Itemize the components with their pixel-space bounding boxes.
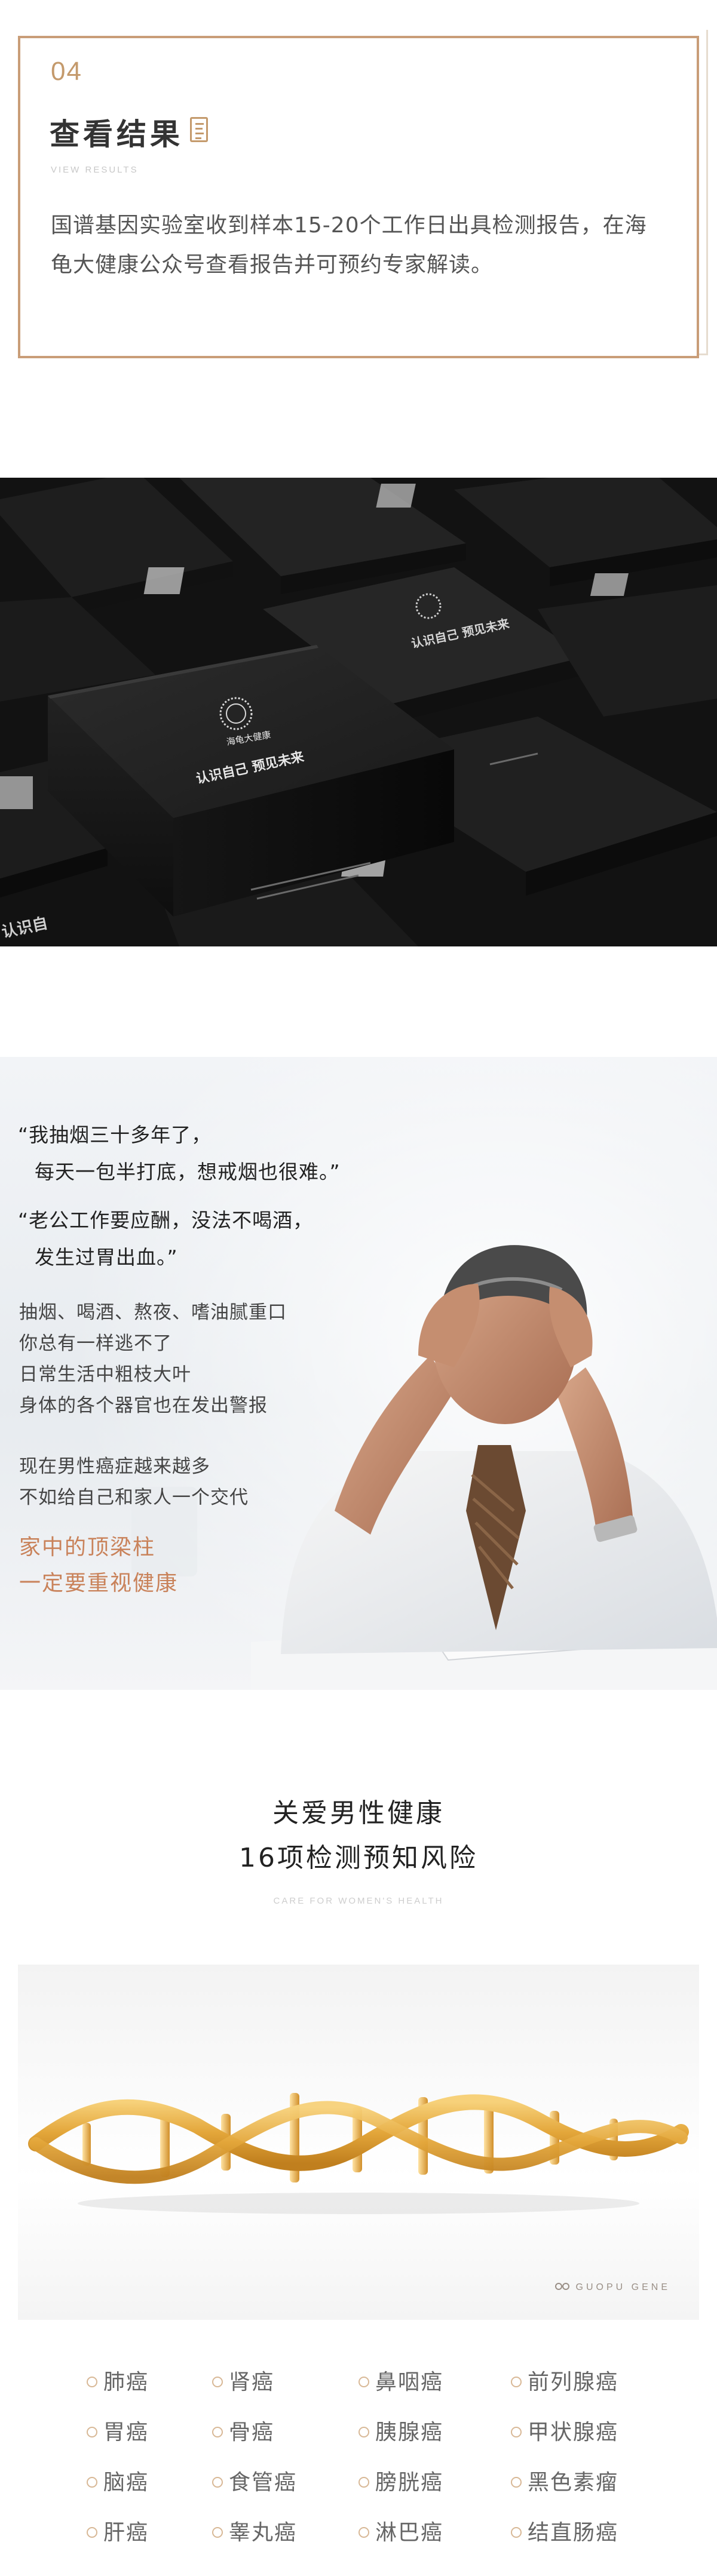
step-card [18,36,699,358]
quote-line-4: 发生过胃出血。” [35,1246,178,1269]
quote-body-1: 抽烟、喝酒、熬夜、嗜油腻重口 [19,1302,287,1323]
test-item: 鼻咽癌 [358,2365,443,2396]
dna-helix-illustration [28,2093,689,2214]
guopu-logo-icon [554,2283,569,2290]
care-title-line-2: 16项检测预知风险 [239,1843,478,1873]
product-boxes-photo: 海龟大健康 认识自己 预见未来 认识自己 预见未来 认识自 [0,478,717,946]
test-item: 肺癌 [87,2365,149,2396]
test-item: 甲状腺癌 [511,2415,618,2446]
step-description: 国谱基因实验室收到样本15-20个工作日出具检测报告，在海龟大健康公众号查看报告… [51,213,647,277]
test-item: 膀胱癌 [358,2465,443,2496]
test-item: 肝癌 [87,2515,149,2546]
bullet-icon [511,2427,522,2437]
test-item: 肾癌 [212,2365,274,2396]
bullet-icon [358,2527,369,2538]
quote-body2-1: 现在男性癌症越来越多 [19,1456,210,1477]
quote-line-2: 每天一包半打底，想戒烟也很难。” [35,1160,341,1184]
page: 04 查看结果 VIEW RESULTS 国谱基因实验室收到样本15-20个工作… [0,0,717,2576]
quote-body-2: 你总有一样逃不了 [19,1333,172,1354]
quote-body-3: 日常生活中粗枝大叶 [19,1364,191,1385]
quote-body-4: 身体的各个器官也在发出警报 [19,1395,268,1416]
step-subtitle: VIEW RESULTS [51,165,139,175]
document-icon [190,117,208,142]
bullet-icon [212,2427,223,2437]
bullet-icon [358,2377,369,2387]
quote-accent-2: 一定要重视健康 [19,1571,179,1596]
step-number: 04 [51,57,82,86]
bullet-icon [358,2477,369,2488]
quote-line-1: “我抽烟三十多年了， [18,1123,212,1146]
gold-dna-image: GUOPU GENE [18,1965,699,2320]
bullet-icon [87,2427,97,2437]
bullet-icon [358,2427,369,2437]
test-item: 黑色素瘤 [511,2465,618,2496]
quote-accent-1: 家中的顶梁柱 [19,1535,156,1560]
health-quote-section: “我抽烟三十多年了， 每天一包半打底，想戒烟也很难。” “老公工作要应酬，没法不… [0,1057,717,1690]
quote-line-3: “老公工作要应酬，没法不喝酒， [18,1209,314,1232]
test-item: 食管癌 [212,2465,297,2496]
bullet-icon [212,2477,223,2488]
brand-label: GUOPU GENE [554,2282,670,2293]
test-item: 胰腺癌 [358,2415,443,2446]
bullet-icon [87,2377,97,2387]
test-item: 胃癌 [87,2415,149,2446]
step-title: 查看结果 [50,117,183,152]
test-item: 脑癌 [87,2465,149,2496]
test-item: 骨癌 [212,2415,274,2446]
care-title-line-1: 关爱男性健康 [272,1798,445,1828]
step-section: 04 查看结果 VIEW RESULTS 国谱基因实验室收到样本15-20个工作… [0,0,717,406]
bullet-icon [212,2377,223,2387]
test-item: 结直肠癌 [511,2515,618,2546]
care-subtitle: CARE FOR WOMEN'S HEALTH [273,1896,444,1906]
test-item: 淋巴癌 [358,2515,443,2546]
bullet-icon [511,2377,522,2387]
bullet-icon [87,2477,97,2488]
bullet-icon [511,2477,522,2488]
brand-text: GUOPU GENE [575,2282,670,2292]
quote-body2-2: 不如给自己和家人一个交代 [19,1487,249,1508]
test-item: 前列腺癌 [511,2365,618,2396]
bullet-icon [511,2527,522,2538]
bullet-icon [87,2527,97,2538]
test-item: 睾丸癌 [212,2515,297,2546]
bullet-icon [212,2527,223,2538]
